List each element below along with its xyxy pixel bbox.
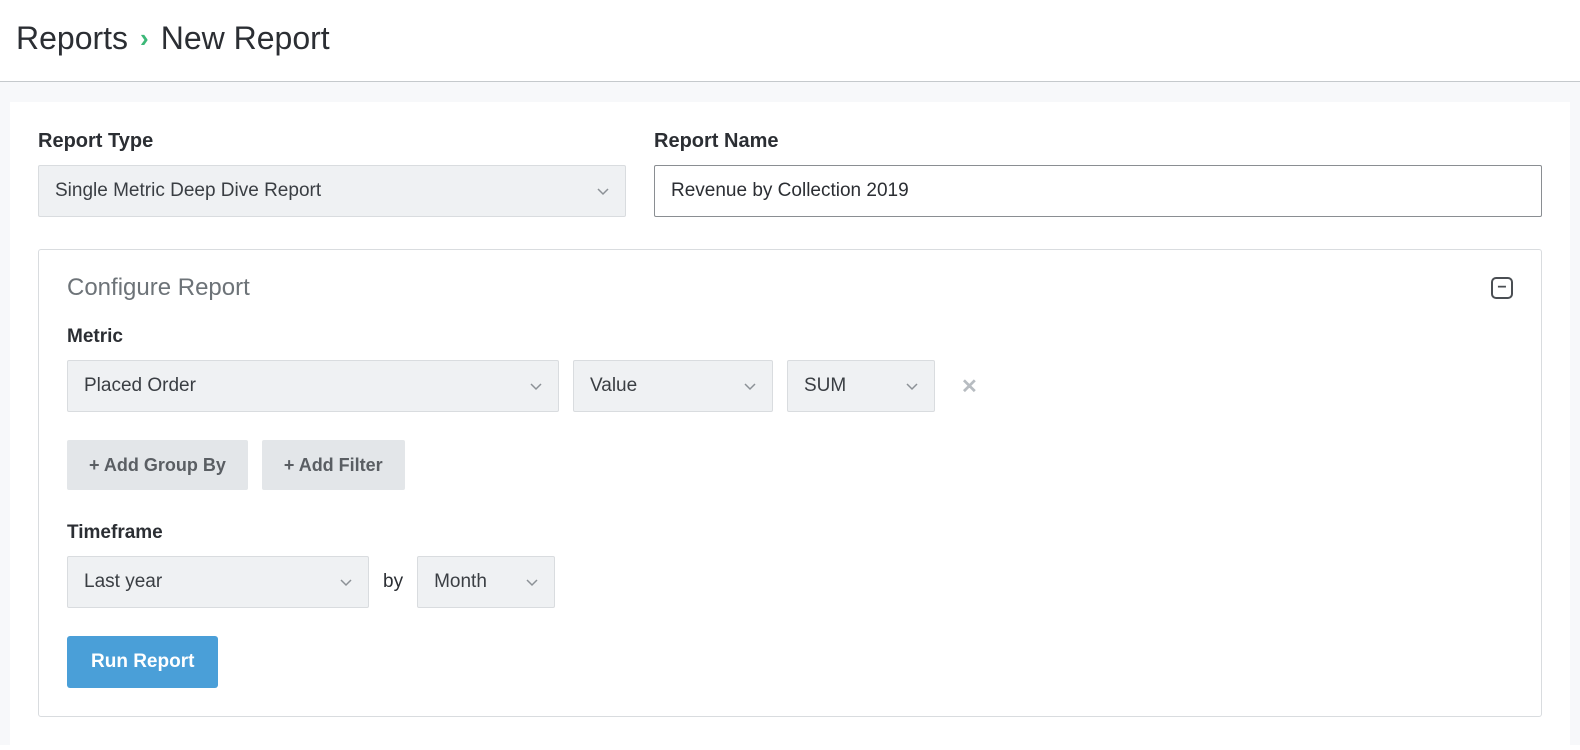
granularity-value: Month — [434, 571, 487, 593]
caret-down-icon — [597, 180, 609, 202]
close-icon: ✕ — [961, 376, 978, 398]
metric-property-value: Value — [590, 375, 637, 397]
report-card: Report Type Single Metric Deep Dive Repo… — [10, 102, 1570, 745]
config-header: Configure Report − — [67, 274, 1513, 302]
breadcrumb-current: New Report — [161, 20, 330, 57]
aggregation-select[interactable]: SUM — [787, 360, 935, 412]
caret-down-icon — [906, 375, 918, 397]
report-type-group: Report Type Single Metric Deep Dive Repo… — [38, 130, 626, 217]
top-fields-row: Report Type Single Metric Deep Dive Repo… — [38, 130, 1542, 217]
timeframe-label: Timeframe — [67, 522, 1513, 544]
configure-report-panel: Configure Report − Metric Placed Order V… — [38, 249, 1542, 717]
clear-metric-button[interactable]: ✕ — [961, 374, 978, 399]
caret-down-icon — [340, 571, 352, 593]
report-type-label: Report Type — [38, 130, 626, 153]
metric-label: Metric — [67, 326, 1513, 348]
caret-down-icon — [530, 375, 542, 397]
metric-row: Placed Order Value SUM — [67, 360, 1513, 412]
timeframe-row: Last year by Month — [67, 556, 1513, 608]
timeframe-select[interactable]: Last year — [67, 556, 369, 608]
metric-value: Placed Order — [84, 375, 196, 397]
report-type-value: Single Metric Deep Dive Report — [55, 180, 321, 202]
report-type-select[interactable]: Single Metric Deep Dive Report — [38, 165, 626, 217]
metric-property-select[interactable]: Value — [573, 360, 773, 412]
report-name-label: Report Name — [654, 130, 1542, 153]
add-group-by-button[interactable]: + Add Group By — [67, 440, 248, 490]
breadcrumb: Reports › New Report — [16, 20, 1564, 57]
page-body: Report Type Single Metric Deep Dive Repo… — [0, 82, 1580, 745]
add-filter-button[interactable]: + Add Filter — [262, 440, 405, 490]
report-name-group: Report Name — [654, 130, 1542, 217]
page-header: Reports › New Report — [0, 0, 1580, 81]
breadcrumb-root[interactable]: Reports — [16, 20, 128, 57]
minus-icon: − — [1497, 279, 1506, 297]
aggregation-value: SUM — [804, 375, 846, 397]
config-title: Configure Report — [67, 274, 250, 302]
report-name-input[interactable] — [654, 165, 1542, 217]
chevron-right-icon: › — [140, 23, 149, 54]
metric-select[interactable]: Placed Order — [67, 360, 559, 412]
collapse-button[interactable]: − — [1491, 277, 1513, 299]
caret-down-icon — [526, 571, 538, 593]
caret-down-icon — [744, 375, 756, 397]
action-buttons-row: + Add Group By + Add Filter — [67, 440, 1513, 490]
timeframe-value: Last year — [84, 571, 162, 593]
run-report-button[interactable]: Run Report — [67, 636, 218, 688]
by-label: by — [383, 571, 403, 593]
granularity-select[interactable]: Month — [417, 556, 555, 608]
